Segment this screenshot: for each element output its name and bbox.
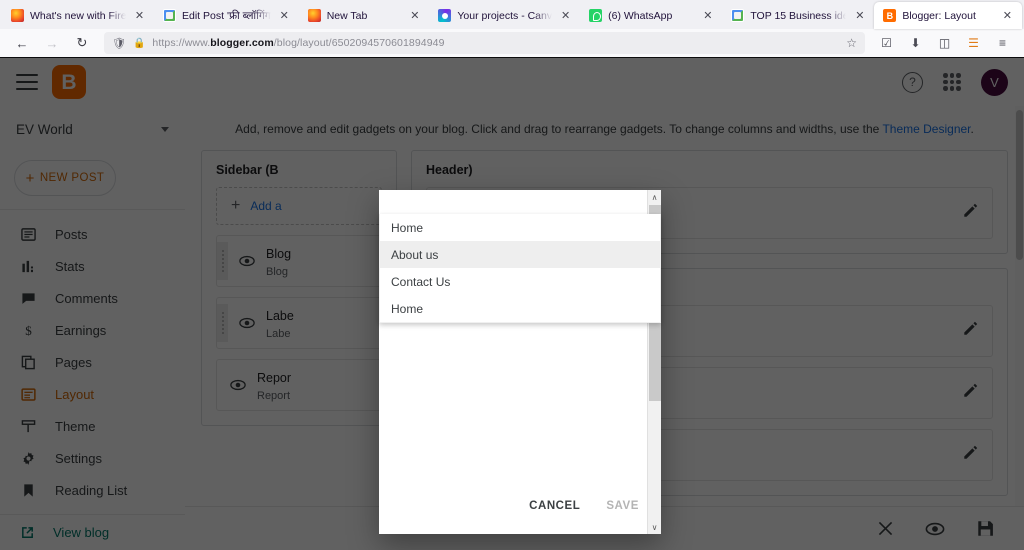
scroll-up-icon[interactable]: ∧ [648,190,661,204]
firefox-icon [307,9,321,22]
dialog-footer: CANCEL SAVE [379,478,661,534]
suggestion-dropdown: Home About us Contact Us Home [379,214,661,323]
browser-tab[interactable]: New Tab ✕ [299,2,430,29]
tab-title: TOP 15 Business ide [750,9,847,22]
page-name-dialog: Page name Home About us Contact Us Home … [379,190,661,534]
forward-button[interactable]: → [38,31,66,55]
sidebar-icon[interactable]: ◫ [931,31,958,55]
tab-title: New Tab [326,9,368,22]
browser-tab[interactable]: Your projects - Canv ✕ [429,2,580,29]
tab-strip: What's new with Fire ✕ Edit Post 'फ्री ब… [0,0,1024,29]
bookmark-icon[interactable]: ☆ [846,36,857,50]
tab-title: Your projects - Canv [457,9,553,22]
tab-close-icon[interactable]: ✕ [407,8,422,23]
shield-icon[interactable]: 🛡 [112,37,126,50]
browser-tab[interactable]: What's new with Fire ✕ [2,2,154,29]
firefox-icon [11,9,24,22]
extensions-icon[interactable]: ☰ [960,31,987,55]
tab-title: Edit Post 'फ्री ब्लॉगिंग [182,8,271,23]
url-text: https://www.blogger.com/blog/layout/6502… [152,37,445,49]
tab-close-icon[interactable]: ✕ [558,8,573,23]
tab-title: Blogger: Layout [902,9,976,22]
browser-tab[interactable]: TOP 15 Business ide ✕ [722,2,874,29]
tab-close-icon[interactable]: ✕ [852,8,867,23]
download-icon[interactable]: ⬇ [902,31,929,55]
back-button[interactable]: ← [8,31,36,55]
blogger-square-icon [163,9,176,22]
browser-toolbar: ← → ↻ 🛡 🔒 https://www.blogger.com/blog/l… [0,29,1024,58]
scroll-down-icon[interactable]: ∨ [648,520,661,534]
suggestion-item[interactable]: About us [380,241,660,268]
blogger-square-icon [731,9,745,22]
menu-icon[interactable]: ≡ [989,31,1016,55]
browser-tab[interactable]: Edit Post 'फ्री ब्लॉगिंग ✕ [154,2,299,29]
reload-button[interactable]: ↻ [68,31,96,55]
whatsapp-icon [589,9,603,22]
shield-icon[interactable]: ☑ [873,31,900,55]
tab-close-icon[interactable]: ✕ [277,8,292,23]
tab-title: (6) WhatsApp [608,9,673,22]
tab-close-icon[interactable]: ✕ [700,8,715,23]
lock-icon: 🔒 [132,37,146,49]
tab-close-icon[interactable]: ✕ [1000,8,1015,23]
cancel-button[interactable]: CANCEL [529,500,580,512]
canva-icon [438,9,452,22]
browser-window: What's new with Fire ✕ Edit Post 'फ्री ब… [0,0,1024,550]
tab-close-icon[interactable]: ✕ [132,8,147,23]
address-bar[interactable]: 🛡 🔒 https://www.blogger.com/blog/layout/… [104,32,865,54]
blogger-icon [883,9,897,22]
save-button[interactable]: SAVE [606,500,639,512]
suggestion-item[interactable]: Home [380,214,660,241]
browser-tab[interactable]: (6) WhatsApp ✕ [580,2,722,29]
dialog-body: Page name Home About us Contact Us Home [379,190,661,478]
tab-title: What's new with Fire [30,9,126,22]
blogger-app: B ? V EV World + NEW POST [0,58,1024,550]
suggestion-item[interactable]: Contact Us [380,268,660,295]
browser-tab-active[interactable]: Blogger: Layout ✕ [874,2,1022,29]
suggestion-item[interactable]: Home [380,295,660,322]
